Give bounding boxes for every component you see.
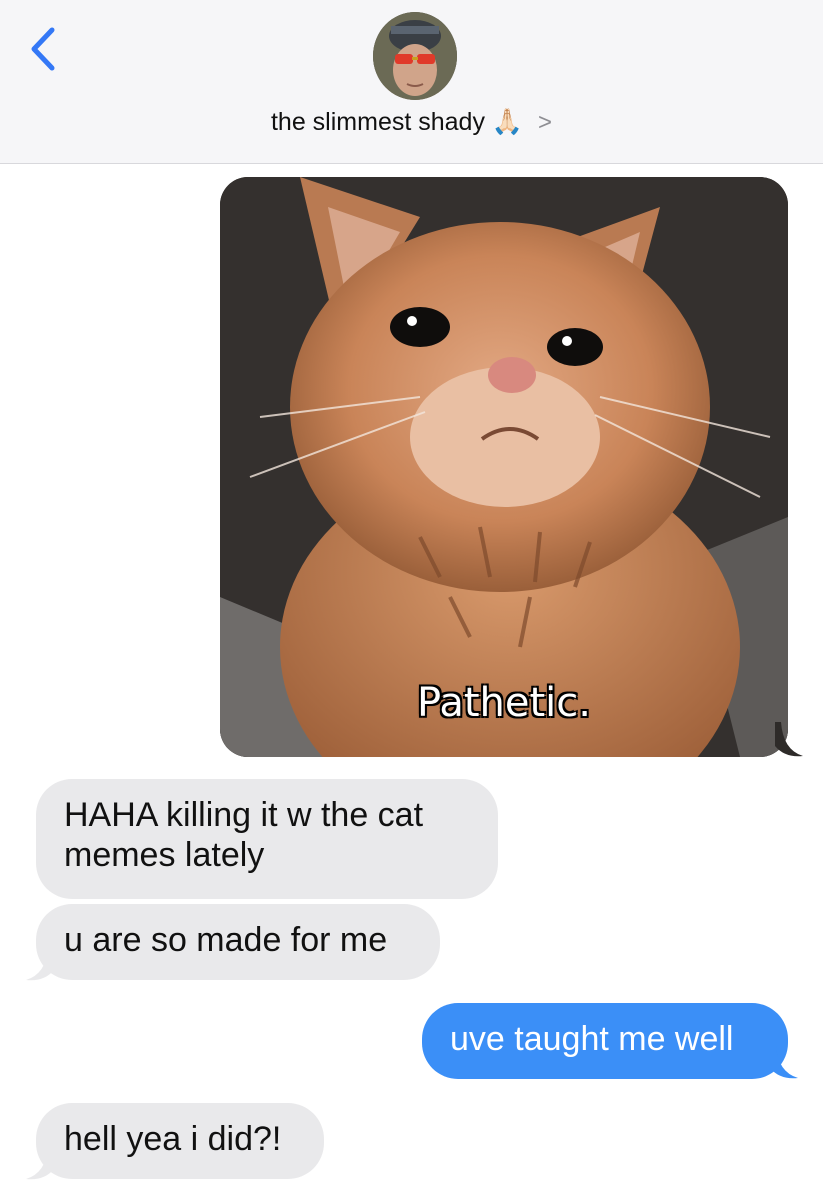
avatar-image: [373, 12, 457, 100]
chevron-right-icon: >: [538, 109, 553, 136]
message-text: HAHA killing it w the cat memes lately: [64, 796, 424, 874]
contact-avatar[interactable]: [373, 12, 457, 100]
bubble-tail: [26, 948, 54, 981]
outgoing-message[interactable]: uve taught me well: [422, 1003, 788, 1079]
bubble-tail: [775, 722, 803, 757]
message-text: u are so made for me: [64, 921, 388, 959]
conversation-header: the slimmest shady 🙏🏻 >: [0, 0, 823, 164]
image-message[interactable]: Pathetic.: [220, 177, 788, 757]
message-text: uve taught me well: [450, 1020, 734, 1058]
praying-hands-emoji: 🙏🏻: [491, 108, 524, 136]
incoming-message[interactable]: hell yea i did?!: [36, 1103, 324, 1179]
contact-name: the slimmest shady: [270, 108, 485, 136]
contact-name-button[interactable]: the slimmest shady 🙏🏻 >: [0, 108, 823, 137]
image-caption: Pathetic.: [417, 680, 591, 726]
incoming-message[interactable]: HAHA killing it w the cat memes lately: [36, 779, 498, 899]
message-text: hell yea i did?!: [64, 1120, 282, 1158]
back-chevron-icon[interactable]: [24, 24, 64, 74]
cat-meme-image: [220, 177, 788, 757]
bubble-tail: [26, 1147, 54, 1180]
bubble-tail: [770, 1046, 798, 1079]
incoming-message[interactable]: u are so made for me: [36, 904, 440, 980]
